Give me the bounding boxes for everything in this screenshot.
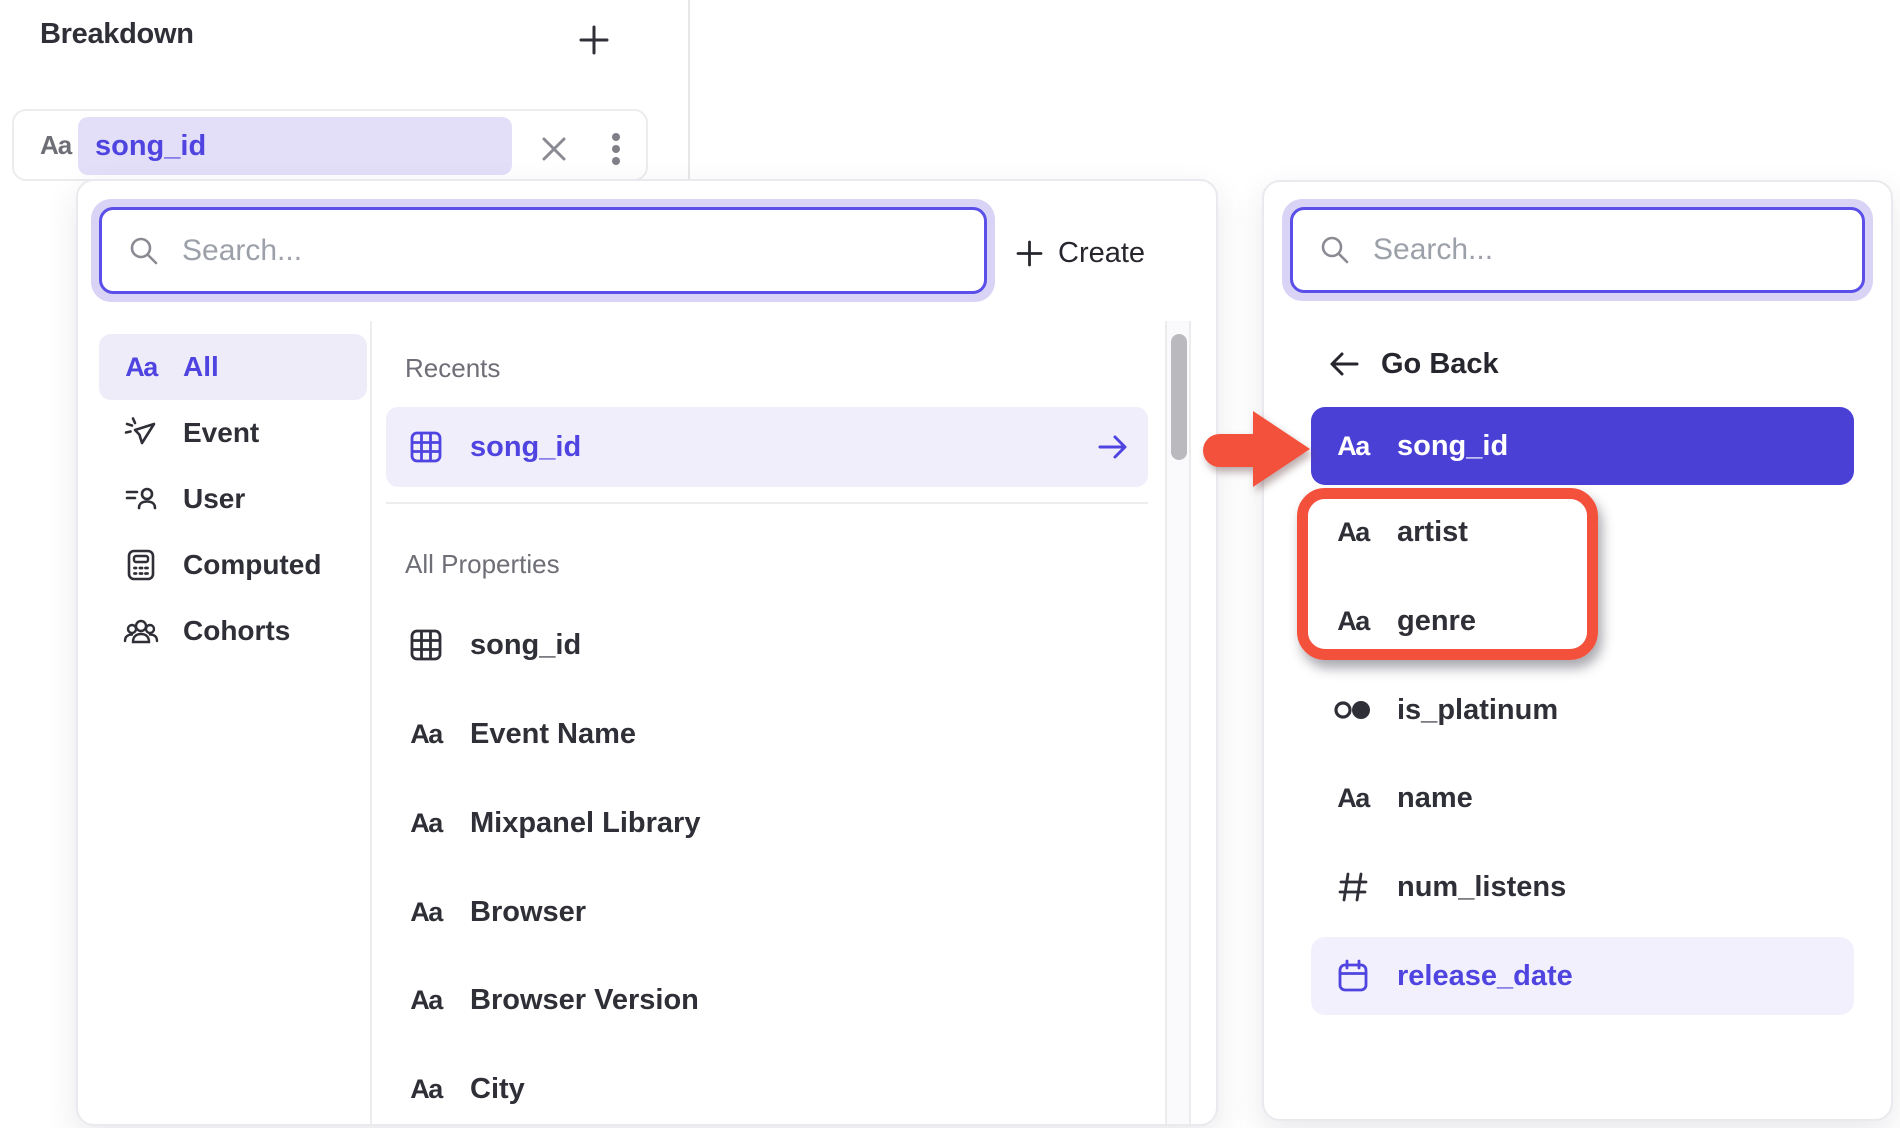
drill-item-genre[interactable]: Aa genre: [1311, 582, 1854, 660]
drill-item-num-listens[interactable]: num_listens: [1311, 848, 1854, 926]
text-type-icon: Aa: [410, 808, 442, 839]
tab-computed[interactable]: Computed: [99, 532, 367, 598]
text-type-icon: Aa: [1337, 783, 1369, 814]
create-label: Create: [1058, 237, 1145, 270]
arrow-right-icon[interactable]: [1094, 429, 1132, 465]
tab-all[interactable]: Aa All: [99, 334, 367, 400]
drill-item-is-platinum[interactable]: is_platinum: [1311, 671, 1854, 749]
list-item-song-id[interactable]: song_id: [386, 605, 1148, 685]
text-type-icon: Aa: [40, 111, 71, 179]
search-focus-halo: [91, 199, 995, 302]
close-icon[interactable]: [536, 131, 572, 167]
text-type-icon: Aa: [410, 1074, 442, 1105]
text-type-icon: Aa: [410, 719, 442, 750]
column-divider: [688, 0, 690, 180]
user-icon: [123, 481, 159, 517]
breakdown-chip[interactable]: Aa song_id: [12, 109, 648, 181]
tab-cohorts[interactable]: Cohorts: [99, 598, 367, 664]
list-item-recent-song-id[interactable]: song_id: [386, 407, 1148, 487]
calculator-icon: [123, 547, 159, 583]
back-arrow-icon: [1327, 348, 1363, 380]
drill-item-song-id[interactable]: Aa song_id: [1311, 407, 1854, 485]
kebab-menu-icon[interactable]: [602, 129, 630, 169]
list-item-event-name[interactable]: Aa Event Name: [386, 694, 1148, 774]
go-back-button[interactable]: Go Back: [1327, 339, 1499, 389]
breakdown-title: Breakdown: [40, 18, 194, 51]
cohorts-icon: [122, 613, 160, 649]
tab-event[interactable]: Event: [99, 400, 367, 466]
text-type-icon: Aa: [1337, 431, 1369, 462]
search-icon: [1319, 234, 1351, 266]
drill-item-name[interactable]: Aa name: [1311, 759, 1854, 837]
screen: Breakdown Aa song_id: [0, 0, 1900, 1128]
text-type-icon: Aa: [1337, 517, 1369, 548]
plus-icon: [1016, 240, 1043, 267]
tab-user[interactable]: User: [99, 466, 367, 532]
list-divider: [386, 502, 1148, 504]
drill-item-artist[interactable]: Aa artist: [1311, 493, 1854, 571]
sidebar-divider: [370, 321, 372, 1126]
grid-table-icon: [408, 429, 444, 465]
text-type-icon: Aa: [125, 352, 157, 383]
text-type-icon: Aa: [410, 985, 442, 1016]
chip-property-pill[interactable]: song_id: [78, 117, 512, 175]
text-type-icon: Aa: [1337, 606, 1369, 637]
scrollbar-track[interactable]: [1165, 321, 1191, 1126]
number-hash-icon: [1336, 870, 1370, 904]
section-header-recents: Recents: [405, 353, 500, 384]
list-item-city[interactable]: Aa City: [386, 1049, 1148, 1126]
property-picker-panel: Create Aa All Event: [76, 179, 1218, 1126]
right-search-box[interactable]: [1290, 207, 1865, 293]
type-tabs: Aa All Event: [99, 334, 367, 664]
plus-icon: [577, 23, 611, 57]
search-focus-halo: [1282, 199, 1873, 301]
drill-item-release-date[interactable]: release_date: [1311, 937, 1854, 1015]
grid-table-icon: [408, 627, 444, 663]
list-item-browser-version[interactable]: Aa Browser Version: [386, 960, 1148, 1040]
list-item-mixpanel-library[interactable]: Aa Mixpanel Library: [386, 783, 1148, 863]
text-type-icon: Aa: [410, 897, 442, 928]
list-item-browser[interactable]: Aa Browser: [386, 872, 1148, 952]
left-search-box[interactable]: [99, 207, 987, 294]
search-input[interactable]: [1373, 233, 1780, 267]
create-button[interactable]: Create: [1016, 228, 1145, 278]
search-input[interactable]: [182, 234, 824, 268]
property-drilldown-panel: Go Back Aa song_id Aa artist Aa genre is…: [1262, 180, 1893, 1121]
boolean-icon: [1333, 695, 1373, 725]
add-breakdown-button[interactable]: [577, 23, 611, 57]
section-header-all-properties: All Properties: [405, 549, 560, 580]
event-cursor-icon: [123, 415, 159, 451]
scrollbar-thumb[interactable]: [1171, 334, 1187, 460]
calendar-icon: [1336, 958, 1370, 994]
search-icon: [128, 235, 160, 267]
